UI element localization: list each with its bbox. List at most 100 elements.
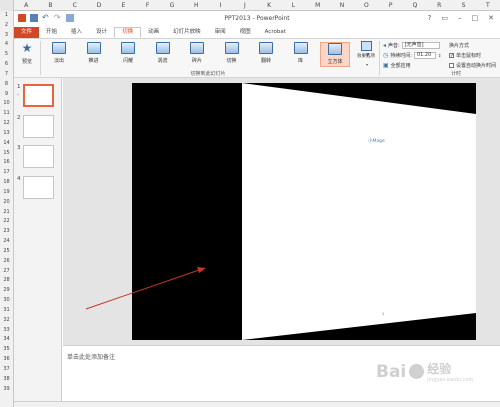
row-header-cell[interactable]: 36 — [0, 355, 13, 365]
column-header-cell[interactable]: C — [63, 0, 87, 11]
row-header-cell[interactable]: 12 — [0, 119, 13, 129]
row-header-cell[interactable]: 31 — [0, 306, 13, 316]
column-header-cell[interactable]: E — [111, 0, 135, 11]
transition-option[interactable]: 推进 — [79, 42, 109, 67]
on-click-option[interactable]: ✓ 单击鼠标时 — [449, 52, 481, 59]
column-header-cell[interactable]: N — [330, 0, 354, 11]
row-header-cell[interactable]: 20 — [0, 198, 13, 208]
row-header-cell[interactable]: 16 — [0, 158, 13, 168]
column-header-cell[interactable]: Q — [403, 0, 427, 11]
select-all-corner[interactable] — [0, 0, 14, 11]
row-header-cell[interactable]: 19 — [0, 188, 13, 198]
row-header-cell[interactable]: 29 — [0, 286, 13, 296]
sound-dropdown[interactable]: [无声音] — [401, 42, 440, 49]
minimize-icon[interactable]: – — [458, 14, 462, 22]
row-header-cell[interactable]: 11 — [0, 109, 13, 119]
transition-option[interactable]: 库 — [286, 42, 316, 67]
column-header-cell[interactable]: M — [306, 0, 330, 11]
duration-input[interactable]: 01.20 — [413, 52, 436, 59]
on-click-checkbox[interactable]: ✓ — [449, 53, 454, 59]
row-header-cell[interactable]: 24 — [0, 237, 13, 247]
maximize-icon[interactable]: □ — [472, 14, 479, 22]
slide-thumbnail[interactable] — [23, 115, 54, 138]
transition-option[interactable]: 闪耀 — [113, 42, 143, 67]
tab-3[interactable]: 插入 — [64, 27, 89, 38]
column-header-cell[interactable]: K — [257, 0, 281, 11]
transition-option[interactable]: 淡出 — [44, 42, 74, 67]
row-header-cell[interactable]: 27 — [0, 267, 13, 277]
row-header-cell[interactable]: 35 — [0, 345, 13, 355]
row-header-cell[interactable]: 9 — [0, 90, 13, 100]
transition-option[interactable]: 切换 — [217, 42, 247, 67]
row-header-cell[interactable]: 37 — [0, 365, 13, 375]
transition-option[interactable]: 翻转 — [251, 42, 281, 67]
row-header-cell[interactable]: 18 — [0, 178, 13, 188]
row-header-cell[interactable]: 17 — [0, 168, 13, 178]
row-header-cell[interactable]: 13 — [0, 129, 13, 139]
transition-option[interactable]: 涡流 — [148, 42, 178, 67]
column-header-cell[interactable]: O — [354, 0, 378, 11]
help-icon[interactable]: ? — [428, 14, 432, 22]
row-header-cell[interactable]: 26 — [0, 257, 13, 267]
row-header-cell[interactable]: 4 — [0, 40, 13, 50]
after-option[interactable]: 设置自动换片时间 — [449, 62, 496, 69]
tab-9[interactable]: 视图 — [233, 27, 258, 38]
column-header-cell[interactable]: R — [427, 0, 451, 11]
column-header-cell[interactable]: T — [476, 0, 500, 11]
row-header-cell[interactable]: 25 — [0, 247, 13, 257]
current-slide[interactable]: 小Mage 1 — [132, 83, 476, 340]
row-header-cell[interactable]: 6 — [0, 60, 13, 70]
row-header-cell[interactable]: 2 — [0, 21, 13, 31]
column-header-cell[interactable]: G — [160, 0, 184, 11]
row-header-cell[interactable]: 10 — [0, 99, 13, 109]
slide-thumbnail-item[interactable]: 1 * — [14, 84, 62, 110]
column-header-cell[interactable]: J — [233, 0, 257, 11]
tab-4[interactable]: 设计 — [89, 27, 114, 38]
slide-thumbnail[interactable] — [23, 145, 54, 168]
tab-7[interactable]: 幻灯片放映 — [166, 27, 208, 38]
row-header-cell[interactable]: 21 — [0, 208, 13, 218]
slide-thumbnail[interactable] — [23, 84, 54, 107]
row-header-cell[interactable]: 23 — [0, 227, 13, 237]
transition-option[interactable]: 碎片 — [182, 42, 212, 67]
row-header-cell[interactable]: 33 — [0, 326, 13, 336]
column-header-cell[interactable]: L — [281, 0, 305, 11]
close-icon[interactable]: ✕ — [488, 14, 494, 22]
row-header-cell[interactable]: 30 — [0, 296, 13, 306]
column-header-cell[interactable]: H — [184, 0, 208, 11]
column-header-cell[interactable]: S — [451, 0, 475, 11]
row-header-cell[interactable]: 38 — [0, 375, 13, 385]
row-header-cell[interactable]: 3 — [0, 31, 13, 41]
tab-10[interactable]: Acrobat — [258, 27, 293, 38]
ribbon-display-icon[interactable]: ▭ — [441, 14, 448, 22]
row-header-cell[interactable]: 1 — [0, 11, 13, 21]
row-header-cell[interactable]: 7 — [0, 70, 13, 80]
slide-thumbnail[interactable] — [23, 176, 54, 199]
row-header-cell[interactable]: 8 — [0, 80, 13, 90]
transition-option[interactable]: 立方体 — [320, 42, 350, 67]
gallery-more-icon[interactable]: ▾ — [366, 62, 372, 67]
tab-2[interactable]: 开始 — [39, 27, 64, 38]
apply-all-button[interactable]: ▣ 全部应用 — [383, 62, 411, 69]
column-header-cell[interactable]: A — [14, 0, 38, 11]
column-header-cell[interactable]: B — [38, 0, 62, 11]
slide-thumbnail-item[interactable]: 4 — [14, 176, 62, 202]
row-header-cell[interactable]: 39 — [0, 385, 13, 395]
slide-thumbnail-item[interactable]: 2 — [14, 115, 62, 141]
row-header-cell[interactable]: 15 — [0, 149, 13, 159]
tab-1[interactable]: 文件 — [14, 27, 40, 38]
row-header-cell[interactable]: 28 — [0, 276, 13, 286]
row-header-cell[interactable]: 32 — [0, 316, 13, 326]
tab-6[interactable]: 动画 — [141, 27, 166, 38]
row-header-cell[interactable]: 14 — [0, 139, 13, 149]
after-checkbox[interactable] — [449, 63, 454, 68]
row-header-cell[interactable]: 22 — [0, 217, 13, 227]
slide-thumbnail-item[interactable]: 3 — [14, 145, 62, 171]
row-header-cell[interactable]: 34 — [0, 335, 13, 345]
tab-5[interactable]: 切换 — [114, 27, 142, 38]
preview-button[interactable]: ★ 预览 — [17, 42, 37, 66]
column-header-cell[interactable]: D — [87, 0, 111, 11]
duration-spinner-icon[interactable]: ⇕ — [438, 53, 441, 58]
column-header-cell[interactable]: I — [208, 0, 232, 11]
tab-8[interactable]: 审阅 — [208, 27, 233, 38]
